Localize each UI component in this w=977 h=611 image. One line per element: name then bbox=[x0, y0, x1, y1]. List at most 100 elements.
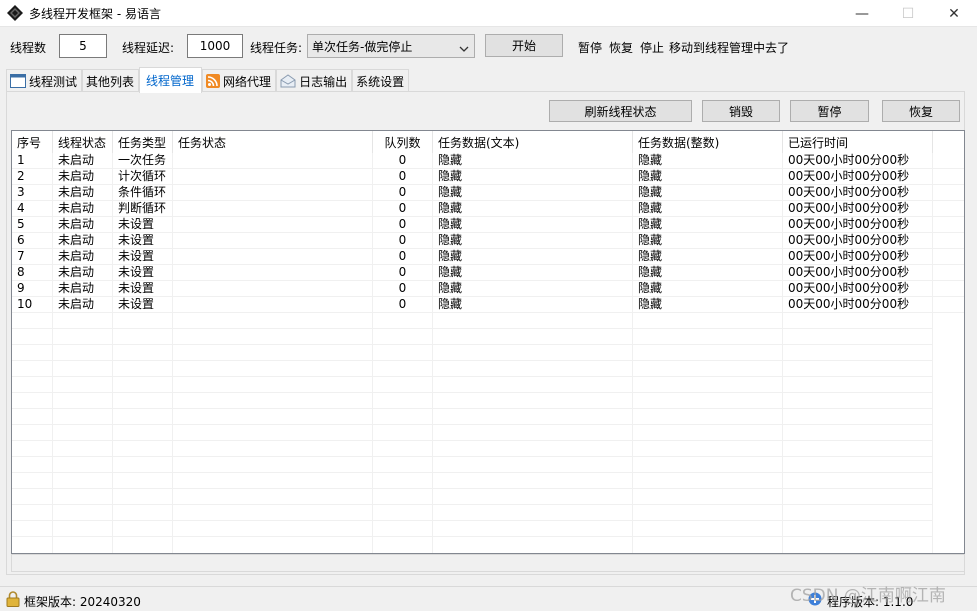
table-row[interactable]: 4 未启动 判断循环 0 隐藏 隐藏 00天00小时00分00秒 bbox=[12, 201, 964, 217]
table-cell bbox=[173, 201, 373, 217]
table-row[interactable]: 7 未启动 未设置 0 隐藏 隐藏 00天00小时00分00秒 bbox=[12, 249, 964, 265]
table-cell: 00天00小时00分00秒 bbox=[783, 201, 933, 217]
table-cell: 8 bbox=[12, 265, 53, 281]
maximize-button[interactable]: ☐ bbox=[885, 0, 931, 27]
column-header[interactable]: 线程状态 bbox=[53, 131, 113, 153]
thread-delay-label: 线程延迟: bbox=[122, 41, 175, 55]
table-cell: 0 bbox=[373, 281, 433, 297]
table-cell: 隐藏 bbox=[433, 217, 633, 233]
pause-link[interactable]: 暂停 bbox=[578, 39, 602, 56]
table-cell: 未启动 bbox=[53, 281, 113, 297]
tab-network-proxy[interactable]: 网络代理 bbox=[202, 69, 277, 92]
thread-manage-panel: 刷新线程状态 销毁 暂停 恢复 序号 线程状态 任务类型 任务状态 队列数 任务数据(文本… bbox=[6, 91, 965, 575]
thread-list-view[interactable]: 序号 线程状态 任务类型 任务状态 队列数 任务数据(文本) 任务数据(整数) 已运行时间 1… bbox=[11, 130, 965, 554]
refresh-thread-status-button[interactable]: 刷新线程状态 bbox=[549, 100, 692, 122]
tab-thread-manage[interactable]: 线程管理 bbox=[139, 67, 203, 93]
table-cell: 判断循环 bbox=[113, 201, 173, 217]
horizontal-scrollbar[interactable] bbox=[11, 554, 965, 572]
table-cell bbox=[173, 153, 373, 169]
envelope-icon bbox=[280, 74, 296, 88]
table-cell: 未设置 bbox=[113, 297, 173, 313]
table-cell: 00天00小时00分00秒 bbox=[783, 169, 933, 185]
table-cell: 1 bbox=[12, 153, 53, 169]
table-cell bbox=[173, 265, 373, 281]
table-cell: 0 bbox=[373, 201, 433, 217]
table-cell: 5 bbox=[12, 217, 53, 233]
table-cell: 隐藏 bbox=[633, 201, 783, 217]
table-cell: 00天00小时00分00秒 bbox=[783, 153, 933, 169]
column-header[interactable]: 任务状态 bbox=[173, 131, 373, 153]
table-cell bbox=[173, 217, 373, 233]
table-cell: 9 bbox=[12, 281, 53, 297]
column-header[interactable]: 任务类型 bbox=[113, 131, 173, 153]
table-row[interactable]: 10 未启动 未设置 0 隐藏 隐藏 00天00小时00分00秒 bbox=[12, 297, 964, 313]
table-row[interactable]: 8 未启动 未设置 0 隐藏 隐藏 00天00小时00分00秒 bbox=[12, 265, 964, 281]
table-row[interactable]: 3 未启动 条件循环 0 隐藏 隐藏 00天00小时00分00秒 bbox=[12, 185, 964, 201]
tab-thread-test[interactable]: 线程测试 bbox=[6, 69, 83, 92]
tab-strip: 线程测试 其他列表 线程管理 网络代理 日志输出 系统设置 bbox=[6, 67, 410, 93]
table-cell: 隐藏 bbox=[633, 185, 783, 201]
column-header[interactable]: 序号 bbox=[12, 131, 53, 153]
column-header[interactable]: 队列数 bbox=[373, 131, 433, 153]
column-header[interactable]: 任务数据(文本) bbox=[433, 131, 633, 153]
table-cell: 未启动 bbox=[53, 153, 113, 169]
table-cell: 7 bbox=[12, 249, 53, 265]
table-cell: 隐藏 bbox=[433, 233, 633, 249]
column-header[interactable]: 任务数据(整数) bbox=[633, 131, 783, 153]
thread-count-input[interactable]: 5 bbox=[59, 34, 107, 58]
table-cell: 条件循环 bbox=[113, 185, 173, 201]
start-button[interactable]: 开始 bbox=[485, 34, 563, 57]
list-header: 序号 线程状态 任务类型 任务状态 队列数 任务数据(文本) 任务数据(整数) 已运行时间 bbox=[12, 131, 964, 153]
table-cell: 00天00小时00分00秒 bbox=[783, 281, 933, 297]
list-body: 1 未启动 一次任务 0 隐藏 隐藏 00天00小时00分00秒 2 未启动 计次循环 0 隐藏 隐藏 0… bbox=[12, 153, 964, 313]
minimize-button[interactable]: — bbox=[839, 0, 885, 27]
thread-task-select[interactable]: 单次任务-做完停止 bbox=[307, 34, 475, 58]
table-cell: 隐藏 bbox=[633, 281, 783, 297]
rss-icon bbox=[206, 74, 221, 88]
table-cell bbox=[173, 297, 373, 313]
table-cell: 4 bbox=[12, 201, 53, 217]
thread-task-label: 线程任务: bbox=[250, 41, 303, 55]
table-cell: 0 bbox=[373, 297, 433, 313]
table-row[interactable]: 9 未启动 未设置 0 隐藏 隐藏 00天00小时00分00秒 bbox=[12, 281, 964, 297]
tab-log-output[interactable]: 日志输出 bbox=[276, 69, 353, 92]
column-header[interactable]: 已运行时间 bbox=[783, 131, 933, 153]
table-cell: 隐藏 bbox=[633, 217, 783, 233]
tab-label: 网络代理 bbox=[223, 74, 272, 89]
table-cell: 隐藏 bbox=[433, 169, 633, 185]
tab-label: 系统设置 bbox=[356, 74, 405, 89]
window-icon bbox=[10, 74, 26, 88]
table-cell: 00天00小时00分00秒 bbox=[783, 185, 933, 201]
tab-label: 线程管理 bbox=[146, 74, 195, 88]
destroy-button[interactable]: 销毁 bbox=[702, 100, 780, 122]
stop-link[interactable]: 停止 bbox=[640, 39, 664, 56]
tab-label: 线程测试 bbox=[29, 74, 78, 89]
tab-system-settings[interactable]: 系统设置 bbox=[352, 69, 410, 92]
close-button[interactable]: ✕ bbox=[931, 0, 977, 27]
table-row[interactable]: 1 未启动 一次任务 0 隐藏 隐藏 00天00小时00分00秒 bbox=[12, 153, 964, 169]
pause-button[interactable]: 暂停 bbox=[790, 100, 869, 122]
title-bar: 多线程开发框架 - 易语言 — ☐ ✕ bbox=[0, 0, 977, 27]
hint-text: 移动到线程管理中去了 bbox=[669, 41, 790, 55]
table-row[interactable]: 2 未启动 计次循环 0 隐藏 隐藏 00天00小时00分00秒 bbox=[12, 169, 964, 185]
table-cell: 未启动 bbox=[53, 185, 113, 201]
table-cell: 6 bbox=[12, 233, 53, 249]
table-cell: 0 bbox=[373, 169, 433, 185]
table-row[interactable]: 5 未启动 未设置 0 隐藏 隐藏 00天00小时00分00秒 bbox=[12, 217, 964, 233]
table-cell bbox=[173, 281, 373, 297]
thread-task-selected-value: 单次任务-做完停止 bbox=[312, 39, 413, 54]
tab-label: 其他列表 bbox=[86, 74, 135, 89]
resume-button[interactable]: 恢复 bbox=[882, 100, 960, 122]
table-cell: 10 bbox=[12, 297, 53, 313]
tab-other-list[interactable]: 其他列表 bbox=[82, 69, 140, 92]
table-cell: 未启动 bbox=[53, 217, 113, 233]
table-cell: 00天00小时00分00秒 bbox=[783, 297, 933, 313]
table-cell: 未启动 bbox=[53, 233, 113, 249]
thread-delay-input[interactable]: 1000 bbox=[187, 34, 243, 58]
table-cell bbox=[173, 169, 373, 185]
table-cell: 00天00小时00分00秒 bbox=[783, 233, 933, 249]
table-row[interactable]: 6 未启动 未设置 0 隐藏 隐藏 00天00小时00分00秒 bbox=[12, 233, 964, 249]
table-cell: 00天00小时00分00秒 bbox=[783, 249, 933, 265]
resume-link[interactable]: 恢复 bbox=[609, 39, 633, 56]
table-cell: 隐藏 bbox=[433, 201, 633, 217]
